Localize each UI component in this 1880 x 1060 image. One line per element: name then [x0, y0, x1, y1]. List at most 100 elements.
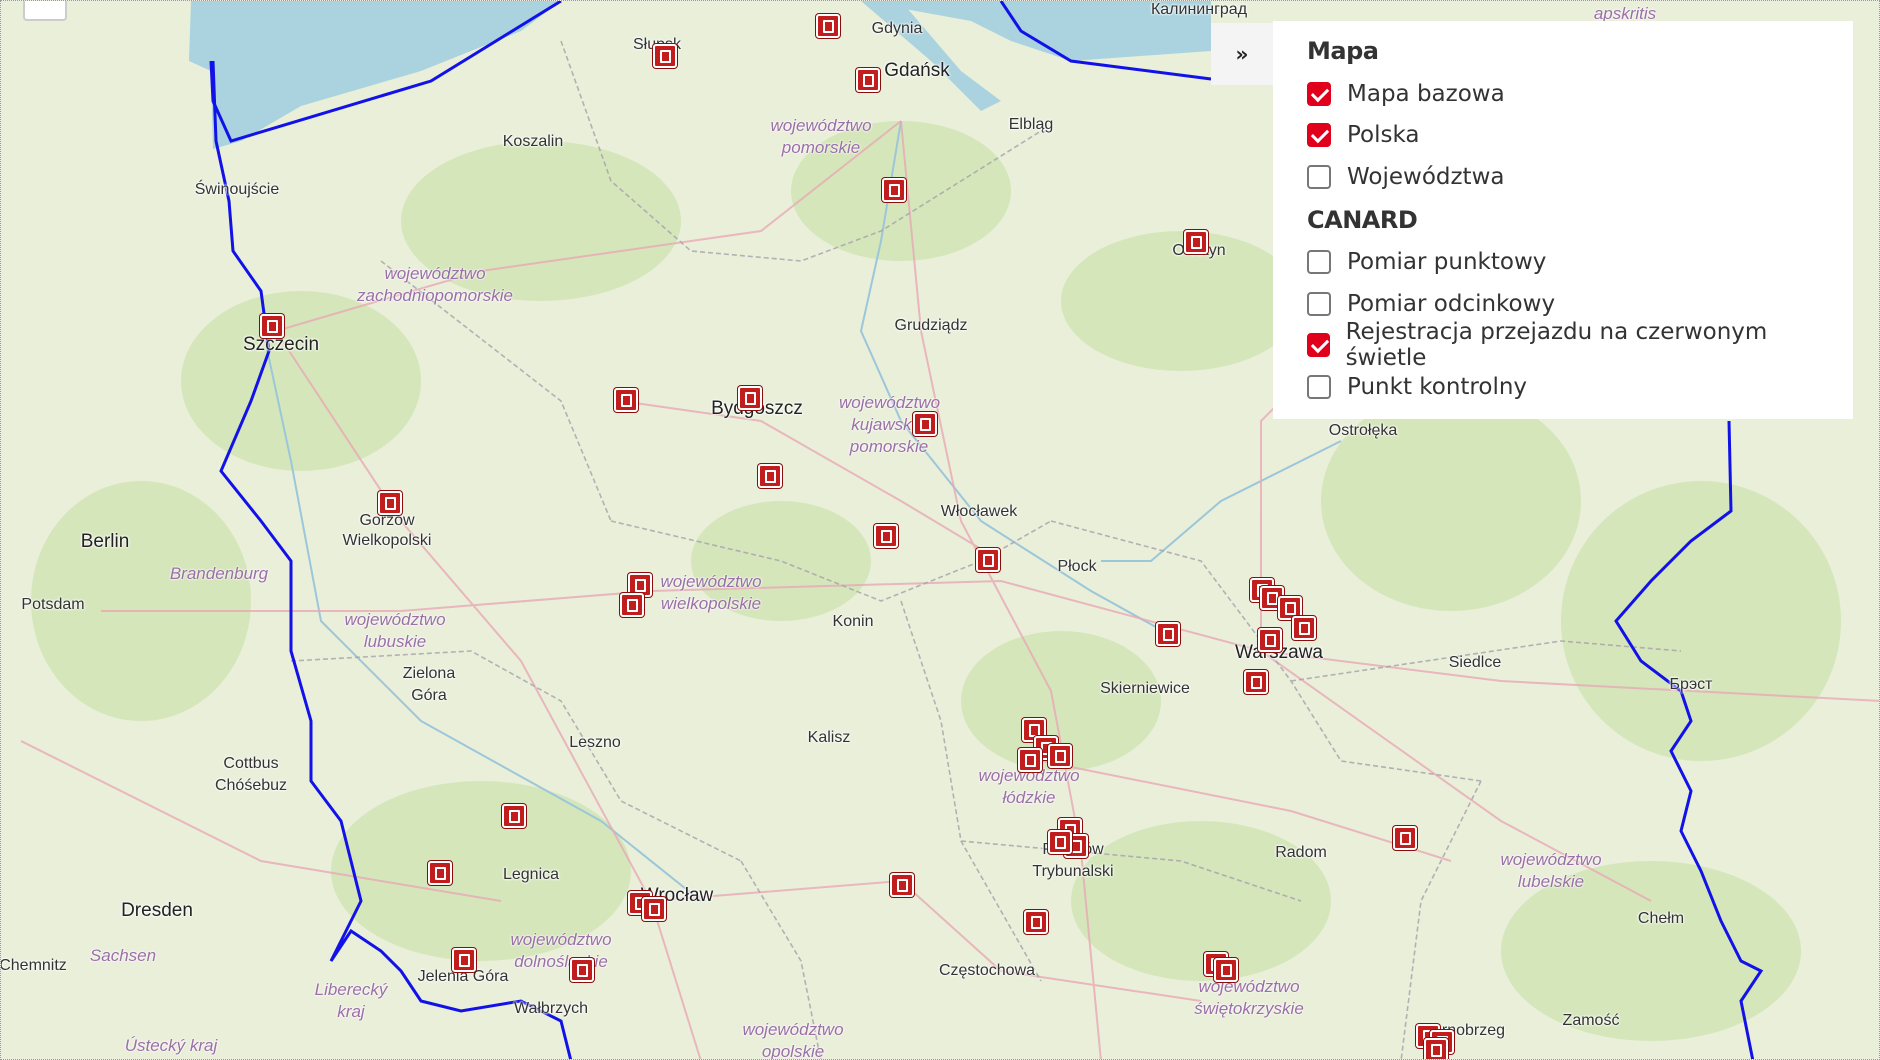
layer-group-title: Mapa [1307, 37, 1379, 65]
city-label: Berlin [80, 531, 130, 552]
layer-option-czerwone-swiatlo[interactable]: Rejestracja przejazdu na czerwonym świet… [1307, 319, 1819, 371]
camera-marker[interactable] [1393, 826, 1419, 852]
city-label: Gdańsk [884, 60, 950, 81]
city-label: Potsdam [21, 596, 85, 613]
city-label: Chełm [1637, 910, 1685, 927]
camera-icon [653, 44, 677, 68]
checkbox[interactable] [1307, 291, 1331, 316]
camera-marker[interactable] [1184, 230, 1210, 256]
city-label: Świnoujście [194, 181, 280, 198]
camera-marker[interactable] [1424, 1038, 1450, 1059]
camera-marker[interactable] [1018, 748, 1044, 774]
city-label: Płock [1057, 558, 1097, 575]
camera-marker[interactable] [502, 804, 528, 830]
layer-option-label: Województwa [1347, 163, 1505, 190]
region-label: Sachsen [89, 946, 157, 965]
camera-marker[interactable] [452, 948, 478, 974]
city-label: Włocławek [940, 503, 1018, 520]
camera-icon [614, 388, 638, 412]
layer-option-pomiar-punktowy[interactable]: Pomiar punktowy [1307, 242, 1819, 284]
layer-option-polska[interactable]: Polska [1307, 115, 1819, 157]
camera-marker[interactable] [1156, 622, 1182, 648]
camera-marker[interactable] [1214, 958, 1240, 984]
camera-marker[interactable] [1048, 830, 1074, 856]
map-canvas[interactable]: Gdynia Gdańsk Słupsk Калининград Koszali… [0, 0, 1880, 1060]
layer-option-label: Pomiar punktowy [1347, 249, 1547, 276]
layer-option-wojewodztwa[interactable]: Województwa [1307, 156, 1819, 198]
region-label: województwo lubelskie [1500, 850, 1602, 891]
city-label: Konin [832, 613, 874, 630]
camera-marker[interactable] [260, 314, 286, 340]
camera-icon [890, 873, 914, 897]
zoom-control[interactable] [23, 1, 67, 21]
checkbox[interactable] [1307, 164, 1331, 189]
city-label: Radom [1275, 844, 1327, 861]
checkbox[interactable] [1307, 81, 1331, 106]
checkbox[interactable] [1307, 374, 1331, 399]
camera-marker[interactable] [856, 68, 882, 94]
region-label: województwo pomorskie [770, 116, 872, 157]
camera-icon [1184, 230, 1208, 254]
camera-marker[interactable] [758, 464, 784, 490]
city-label: Zielona Góra [402, 665, 456, 704]
camera-marker[interactable] [1048, 744, 1074, 770]
city-label: Leszno [569, 734, 621, 751]
camera-icon [502, 804, 526, 828]
city-label: Koszalin [502, 133, 564, 150]
camera-marker[interactable] [428, 861, 454, 887]
camera-icon [1258, 628, 1282, 652]
camera-marker[interactable] [1244, 670, 1270, 696]
camera-marker[interactable] [738, 386, 764, 412]
camera-marker[interactable] [1292, 616, 1318, 642]
checkbox[interactable] [1307, 250, 1331, 275]
city-label: Chemnitz [0, 957, 67, 974]
layer-control-collapse-button[interactable]: » [1211, 23, 1273, 85]
camera-marker[interactable] [570, 958, 596, 984]
city-label: Elbląg [1008, 116, 1054, 133]
camera-icon [642, 897, 666, 921]
layer-option-mapa-bazowa[interactable]: Mapa bazowa [1307, 73, 1819, 115]
camera-icon [913, 412, 937, 436]
city-label: Cottbus Chóśebuz [211, 753, 291, 797]
camera-marker[interactable] [378, 491, 404, 517]
camera-marker[interactable] [882, 178, 908, 204]
camera-icon [1424, 1038, 1448, 1059]
camera-marker[interactable] [976, 548, 1002, 574]
region-label: województwo wielkopolskie [660, 572, 762, 613]
camera-marker[interactable] [620, 593, 646, 619]
camera-icon [1024, 910, 1048, 934]
camera-marker[interactable] [816, 14, 842, 40]
camera-marker[interactable] [890, 873, 916, 899]
camera-icon [816, 14, 840, 38]
camera-icon [1214, 958, 1238, 982]
camera-marker[interactable] [1024, 910, 1050, 936]
city-label: Wałbrzych [513, 1000, 589, 1017]
region-label: województwo lubuskie [344, 610, 446, 651]
camera-icon [882, 178, 906, 202]
checkbox[interactable] [1307, 333, 1330, 358]
layer-option-punkt-kontrolny[interactable]: Punkt kontrolny [1307, 366, 1819, 408]
camera-marker[interactable] [874, 524, 900, 550]
camera-marker[interactable] [642, 897, 668, 923]
camera-icon [738, 386, 762, 410]
city-label: Калининград [1150, 1, 1248, 18]
city-label: Zielona Góra [394, 663, 464, 707]
region-label: województwo dolnośląskie [510, 930, 612, 971]
layer-option-label: Mapa bazowa [1347, 80, 1505, 107]
region-label: województwo opolskie [742, 1020, 844, 1060]
camera-marker[interactable] [913, 412, 939, 438]
city-label: Брэст [1669, 676, 1713, 693]
camera-icon [856, 68, 880, 92]
city-label: Legnica [502, 866, 560, 883]
camera-icon [1018, 748, 1042, 772]
checkbox[interactable] [1307, 123, 1331, 148]
camera-icon [428, 861, 452, 885]
region-label: Brandenburg [169, 564, 269, 583]
camera-marker[interactable] [1258, 628, 1284, 654]
camera-icon [260, 314, 284, 338]
city-label: Siedlce [1448, 654, 1502, 671]
camera-marker[interactable] [614, 388, 640, 414]
camera-marker[interactable] [653, 44, 679, 70]
city-label: Gorzów Wielkopolski [332, 511, 442, 551]
region-label: województwo zachodniopomorskie [357, 264, 513, 305]
